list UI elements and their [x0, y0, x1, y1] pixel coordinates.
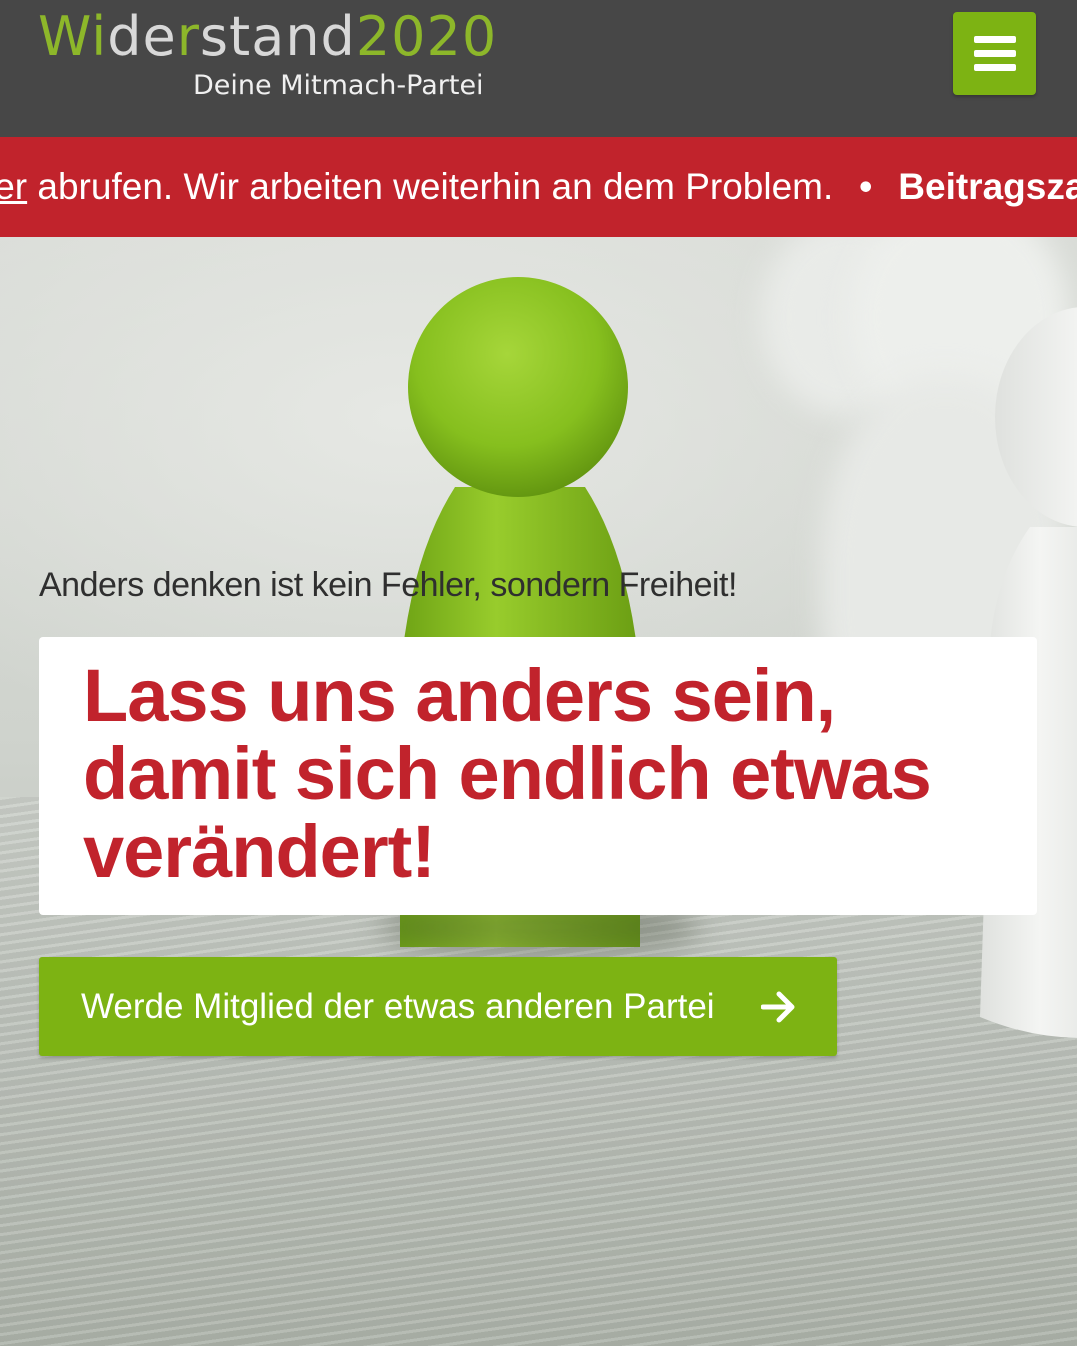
logo-part: stand — [199, 5, 356, 68]
logo-wordmark: Widerstand2020 — [38, 6, 497, 68]
ticker-link[interactable]: ier — [0, 166, 27, 207]
headline-box: Lass uns anders sein, damit sich endlich… — [39, 637, 1037, 915]
ticker-track: ier abrufen. Wir arbeiten weiterhin an d… — [0, 165, 1077, 209]
arrow-right-icon — [761, 991, 795, 1023]
ticker-text: abrufen. Wir arbeiten weiterhin an dem P… — [27, 166, 834, 207]
logo-tagline: Deine Mitmach-Partei — [193, 70, 484, 101]
logo-part: r — [176, 5, 200, 68]
menu-button[interactable] — [953, 12, 1036, 95]
logo-part: de — [107, 5, 177, 68]
cta-label: Werde Mitglied der etwas anderen Partei — [81, 987, 715, 1026]
hero-subheadline: Anders denken ist kein Fehler, sondern F… — [39, 566, 737, 604]
page: Widerstand2020 Deine Mitmach-Partei ier … — [0, 0, 1077, 1346]
menu-bar — [974, 50, 1016, 57]
news-ticker: ier abrufen. Wir arbeiten weiterhin an d… — [0, 137, 1077, 237]
become-member-button[interactable]: Werde Mitglied der etwas anderen Partei — [39, 957, 837, 1056]
logo-part: 2020 — [355, 5, 498, 68]
site-header: Widerstand2020 Deine Mitmach-Partei — [0, 0, 1077, 137]
ticker-next-item[interactable]: Beitragszah — [898, 166, 1077, 207]
logo-part: Wi — [38, 5, 108, 68]
site-logo[interactable]: Widerstand2020 Deine Mitmach-Partei — [38, 6, 496, 106]
hero-headline: Lass uns anders sein, damit sich endlich… — [83, 654, 932, 893]
ticker-separator: • — [859, 166, 873, 207]
menu-bar — [974, 36, 1016, 43]
menu-bar — [974, 64, 1016, 71]
